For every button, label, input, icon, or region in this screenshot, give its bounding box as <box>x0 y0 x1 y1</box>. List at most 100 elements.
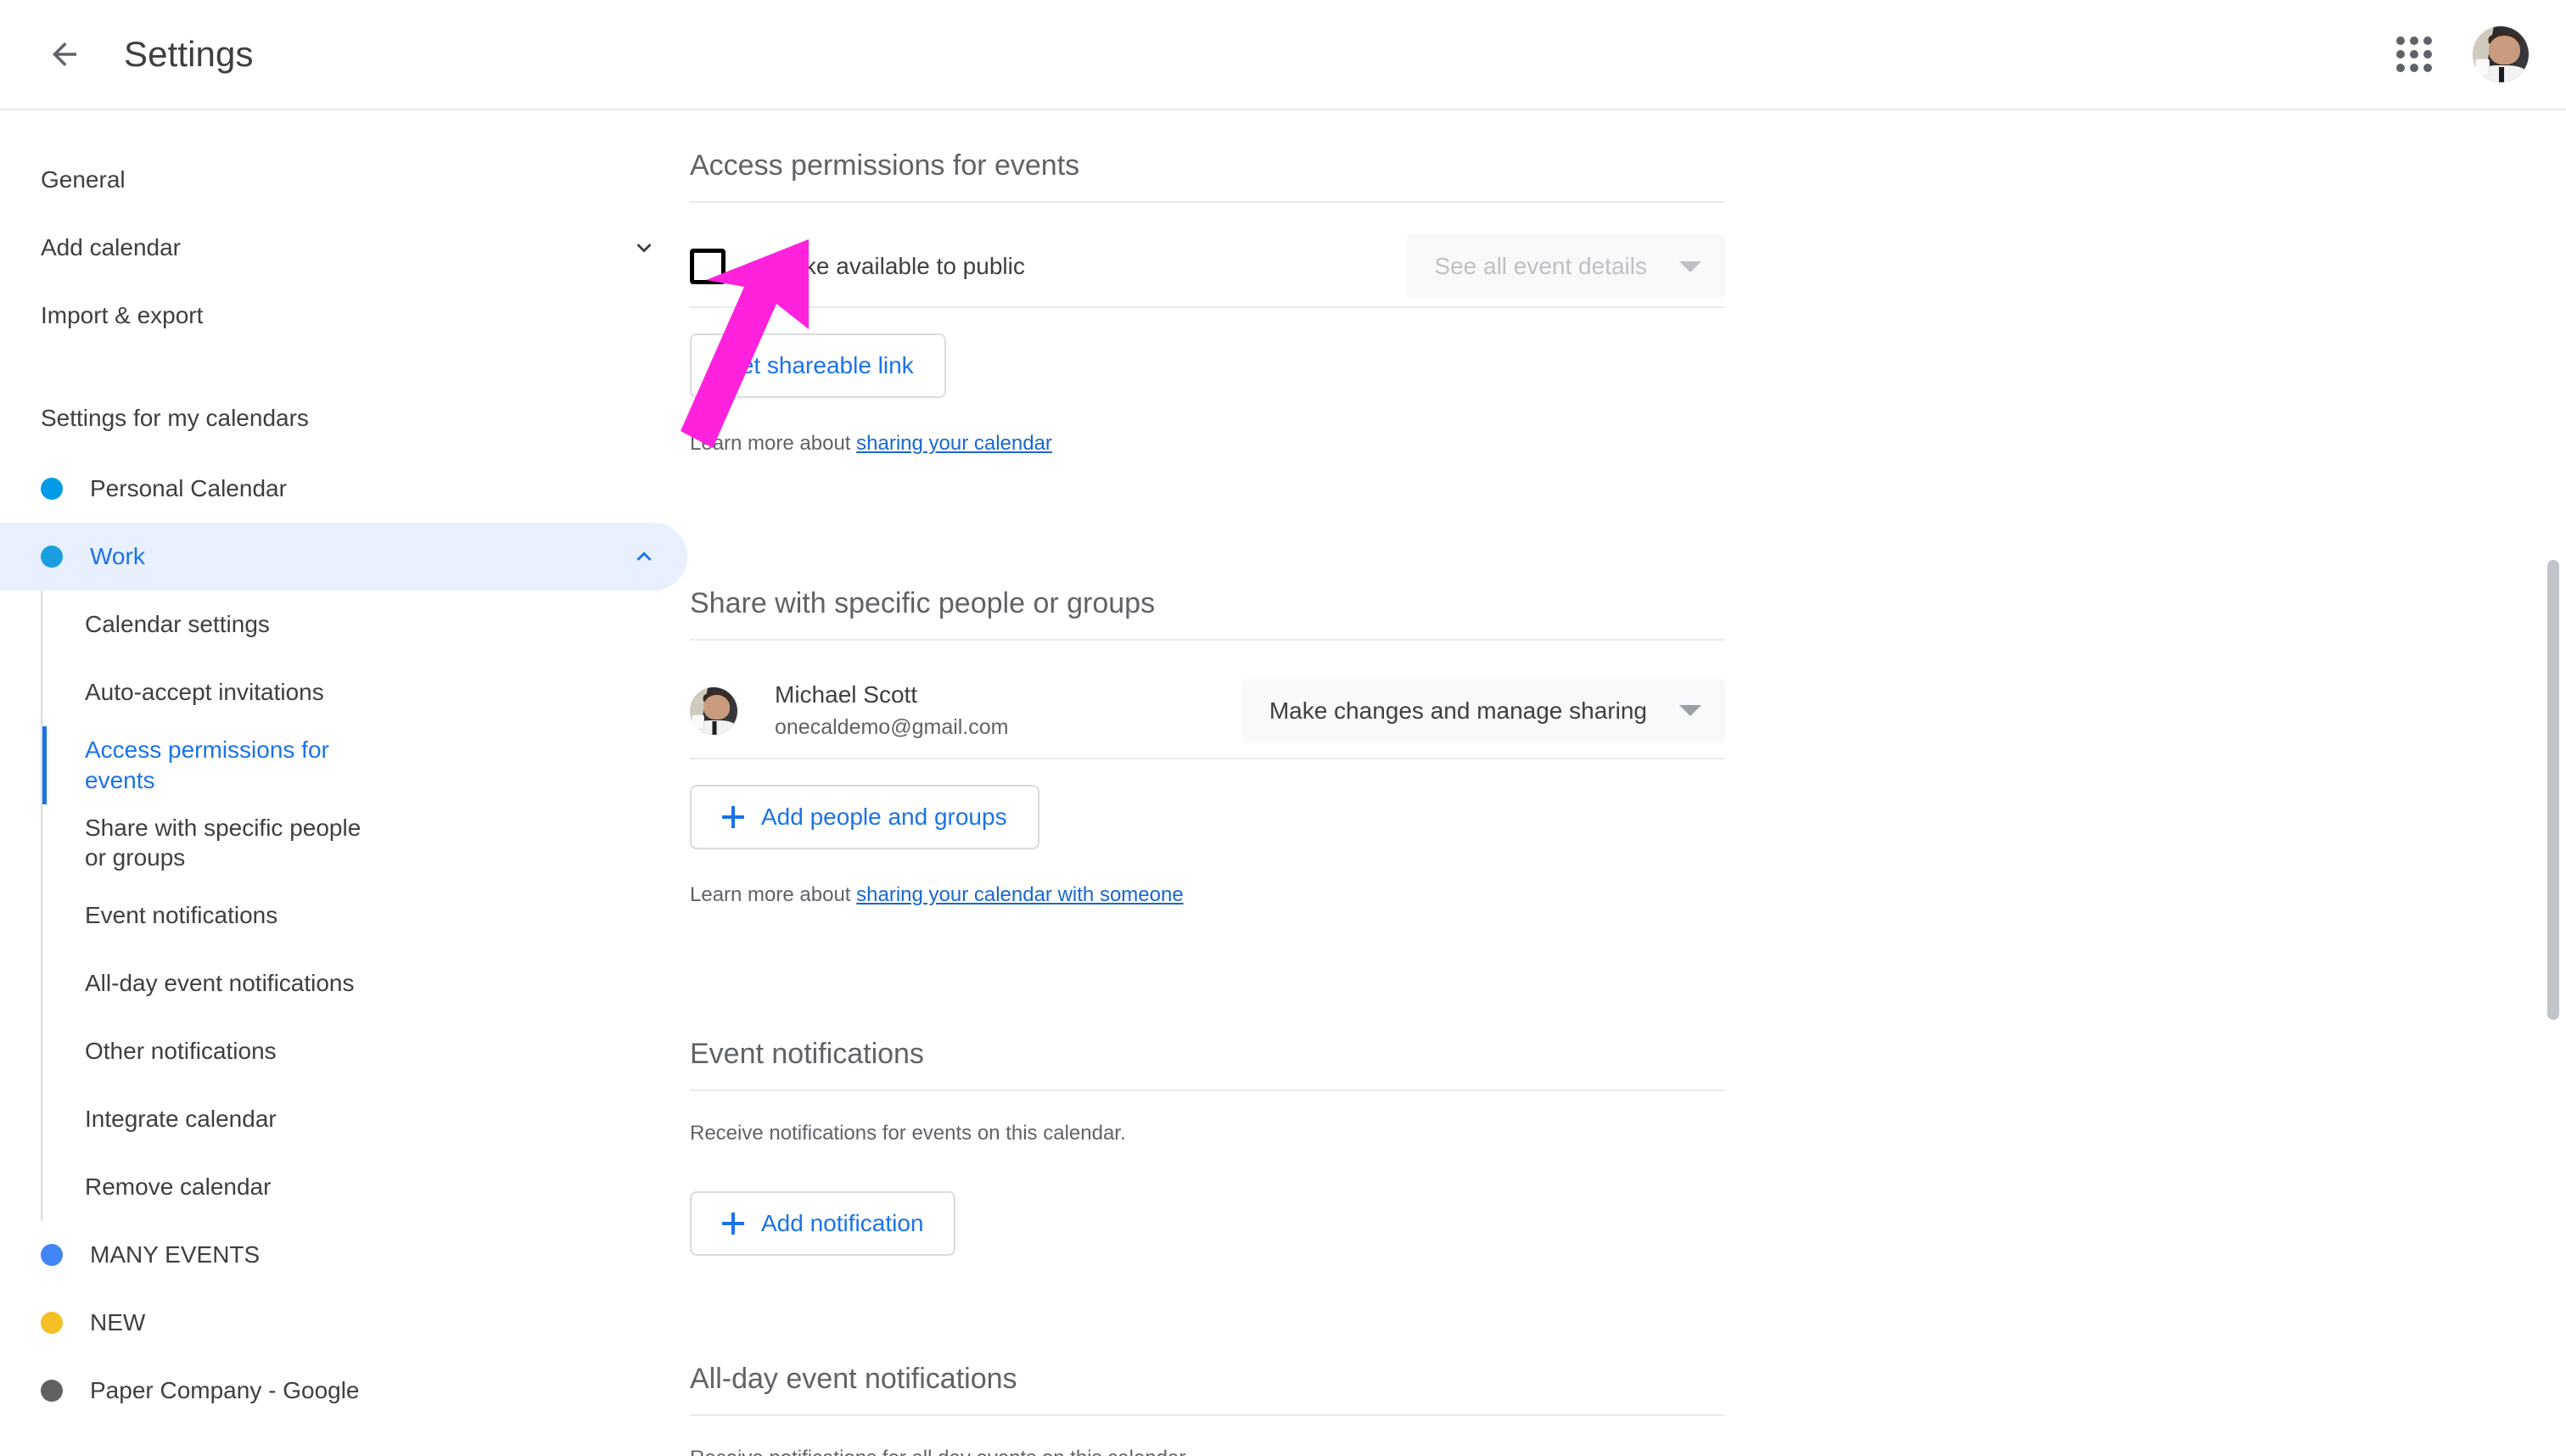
plus-icon <box>722 805 744 828</box>
sidebar-item-integrate-calendar[interactable]: Integrate calendar <box>42 1085 399 1153</box>
arrow-left-icon <box>53 42 76 66</box>
calendar-color-dot <box>41 478 63 500</box>
avatar-mug <box>692 714 704 731</box>
sidebar-calendar-many-events[interactable]: MANY EVENTS <box>0 1221 687 1289</box>
chevron-up-icon <box>630 542 658 571</box>
sidebar-item-remove-calendar[interactable]: Remove calendar <box>42 1153 399 1221</box>
event-notifications-description: Receive notifications for events on this… <box>690 1122 1126 1145</box>
avatar-tie <box>2499 66 2505 82</box>
allday-notifications-description: Receive notifications for all day events… <box>690 1447 1725 1456</box>
sidebar-item-label: Event notifications <box>85 902 278 929</box>
sidebar-item-label: Import & export <box>41 302 204 328</box>
section-event-notifications: Event notifications Receive notification… <box>690 1038 1725 1257</box>
chevron-down-icon <box>630 233 658 262</box>
settings-main-content: Access permissions for events Make avail… <box>687 110 2566 1456</box>
avatar-mug <box>2474 59 2490 77</box>
calendar-color-dot <box>41 1312 63 1335</box>
sidebar-item-label: Paper Company - Google <box>90 1377 360 1404</box>
add-people-and-groups-button[interactable]: Add people and groups <box>690 784 1039 849</box>
make-available-to-public-label: Make available to public <box>771 253 1025 280</box>
add-event-notification-button[interactable]: Add notification <box>690 1191 956 1257</box>
top-bar-actions <box>2376 16 2529 92</box>
sidebar-item-label: Integrate calendar <box>85 1106 277 1133</box>
sidebar-calendar-work[interactable]: Work <box>0 523 687 591</box>
section-title-share-specific-people: Share with specific people or groups <box>690 587 1725 641</box>
make-available-to-public-checkbox[interactable] <box>690 249 726 285</box>
sidebar-item-label: NEW <box>90 1309 146 1336</box>
sidebar-calendar-personal[interactable]: Personal Calendar <box>0 455 687 523</box>
apps-dot <box>2410 64 2418 72</box>
learn-more-prefix: Learn more about <box>690 882 857 906</box>
page-scrollbar-track[interactable] <box>2541 110 2566 1456</box>
calendar-color-dot <box>41 1380 63 1403</box>
section-title-allday-notifications: All-day event notifications <box>690 1363 1725 1417</box>
calendar-color-dot <box>41 546 63 568</box>
sidebar-item-label: MANY EVENTS <box>90 1241 261 1268</box>
apps-dot <box>2410 50 2418 59</box>
page-scrollbar-thumb[interactable] <box>2547 560 2559 1020</box>
sidebar-item-other-notifications[interactable]: Other notifications <box>42 1017 399 1085</box>
section-title-event-notifications: Event notifications <box>690 1038 1725 1092</box>
section-share-specific-people: Share with specific people or groups Mic… <box>690 587 1725 907</box>
sidebar-item-share-specific-people[interactable]: Share with specific people or groups <box>42 804 399 882</box>
apps-dot <box>2396 64 2405 72</box>
top-app-bar: Settings <box>0 0 2566 110</box>
shared-person-row: Michael Scott onecaldemo@gmail.com Make … <box>690 664 1725 759</box>
apps-dot <box>2423 50 2432 59</box>
plus-icon <box>722 1212 744 1235</box>
sidebar-item-label: All-day event notifications <box>85 970 355 997</box>
calendar-color-dot <box>41 1244 63 1267</box>
event-visibility-value: See all event details <box>1434 253 1647 280</box>
sidebar-item-general[interactable]: General <box>0 146 687 214</box>
sidebar-item-label: Personal Calendar <box>90 475 287 501</box>
person-avatar <box>690 686 737 735</box>
sidebar-item-label: Work <box>90 543 145 569</box>
settings-content-column: Access permissions for events Make avail… <box>690 110 1725 1456</box>
apps-dot <box>2396 50 2405 59</box>
sidebar-item-label: General <box>41 166 126 193</box>
apps-dot <box>2423 36 2432 45</box>
get-shareable-link-button[interactable]: Get shareable link <box>690 333 946 399</box>
person-permission-value: Make changes and manage sharing <box>1269 697 1647 724</box>
person-email: onecaldemo@gmail.com <box>775 715 1009 740</box>
section-title-access-permissions: Access permissions for events <box>690 149 1725 204</box>
learn-more-sharing-with-someone: Learn more about sharing your calendar w… <box>690 883 1725 907</box>
apps-grid-icon[interactable] <box>2376 16 2452 92</box>
sidebar-item-import-export[interactable]: Import & export <box>0 282 687 350</box>
sidebar-item-label: Other notifications <box>85 1038 277 1065</box>
settings-sidebar: General Add calendar Import & export Set… <box>0 110 687 1456</box>
event-visibility-dropdown: See all event details <box>1407 234 1725 300</box>
sidebar-item-add-calendar[interactable]: Add calendar <box>0 214 687 282</box>
sidebar-item-event-notifications[interactable]: Event notifications <box>42 882 399 949</box>
person-permission-dropdown[interactable]: Make changes and manage sharing <box>1241 678 1725 743</box>
sidebar-item-calendar-settings[interactable]: Calendar settings <box>42 591 399 658</box>
avatar-tie <box>712 721 717 735</box>
get-shareable-link-label: Get shareable link <box>722 352 914 379</box>
learn-more-sharing-calendar: Learn more about sharing your calendar <box>690 432 1725 456</box>
account-avatar[interactable] <box>2473 26 2529 82</box>
make-available-to-public-row: Make available to public See all event d… <box>690 227 1725 309</box>
sidebar-item-access-permissions[interactable]: Access permissions for events <box>42 726 399 804</box>
sidebar-item-label: Calendar settings <box>85 611 270 638</box>
sidebar-item-label: Add calendar <box>41 234 182 260</box>
person-info: Michael Scott onecaldemo@gmail.com <box>775 681 1009 740</box>
sidebar-calendar-new[interactable]: NEW <box>0 1289 687 1357</box>
sidebar-calendar-paper-company[interactable]: Paper Company - Google <box>0 1357 687 1425</box>
avatar-face <box>703 694 731 720</box>
section-allday-event-notifications: All-day event notifications Receive noti… <box>690 1363 1725 1456</box>
learn-more-link[interactable]: sharing your calendar <box>856 432 1052 455</box>
chevron-down-icon <box>1679 260 1701 272</box>
apps-dot <box>2396 36 2405 45</box>
section-access-permissions: Access permissions for events Make avail… <box>690 149 1725 456</box>
back-button[interactable] <box>24 14 105 95</box>
page-title: Settings <box>124 34 254 74</box>
person-name: Michael Scott <box>775 681 918 708</box>
learn-more-prefix: Learn more about <box>690 432 857 456</box>
sidebar-item-allday-event-notifications[interactable]: All-day event notifications <box>42 949 399 1017</box>
avatar-face <box>2488 35 2520 64</box>
learn-more-link[interactable]: sharing your calendar with someone <box>856 883 1184 906</box>
apps-dot <box>2410 36 2418 45</box>
sidebar-item-auto-accept-invitations[interactable]: Auto-accept invitations <box>42 658 399 726</box>
